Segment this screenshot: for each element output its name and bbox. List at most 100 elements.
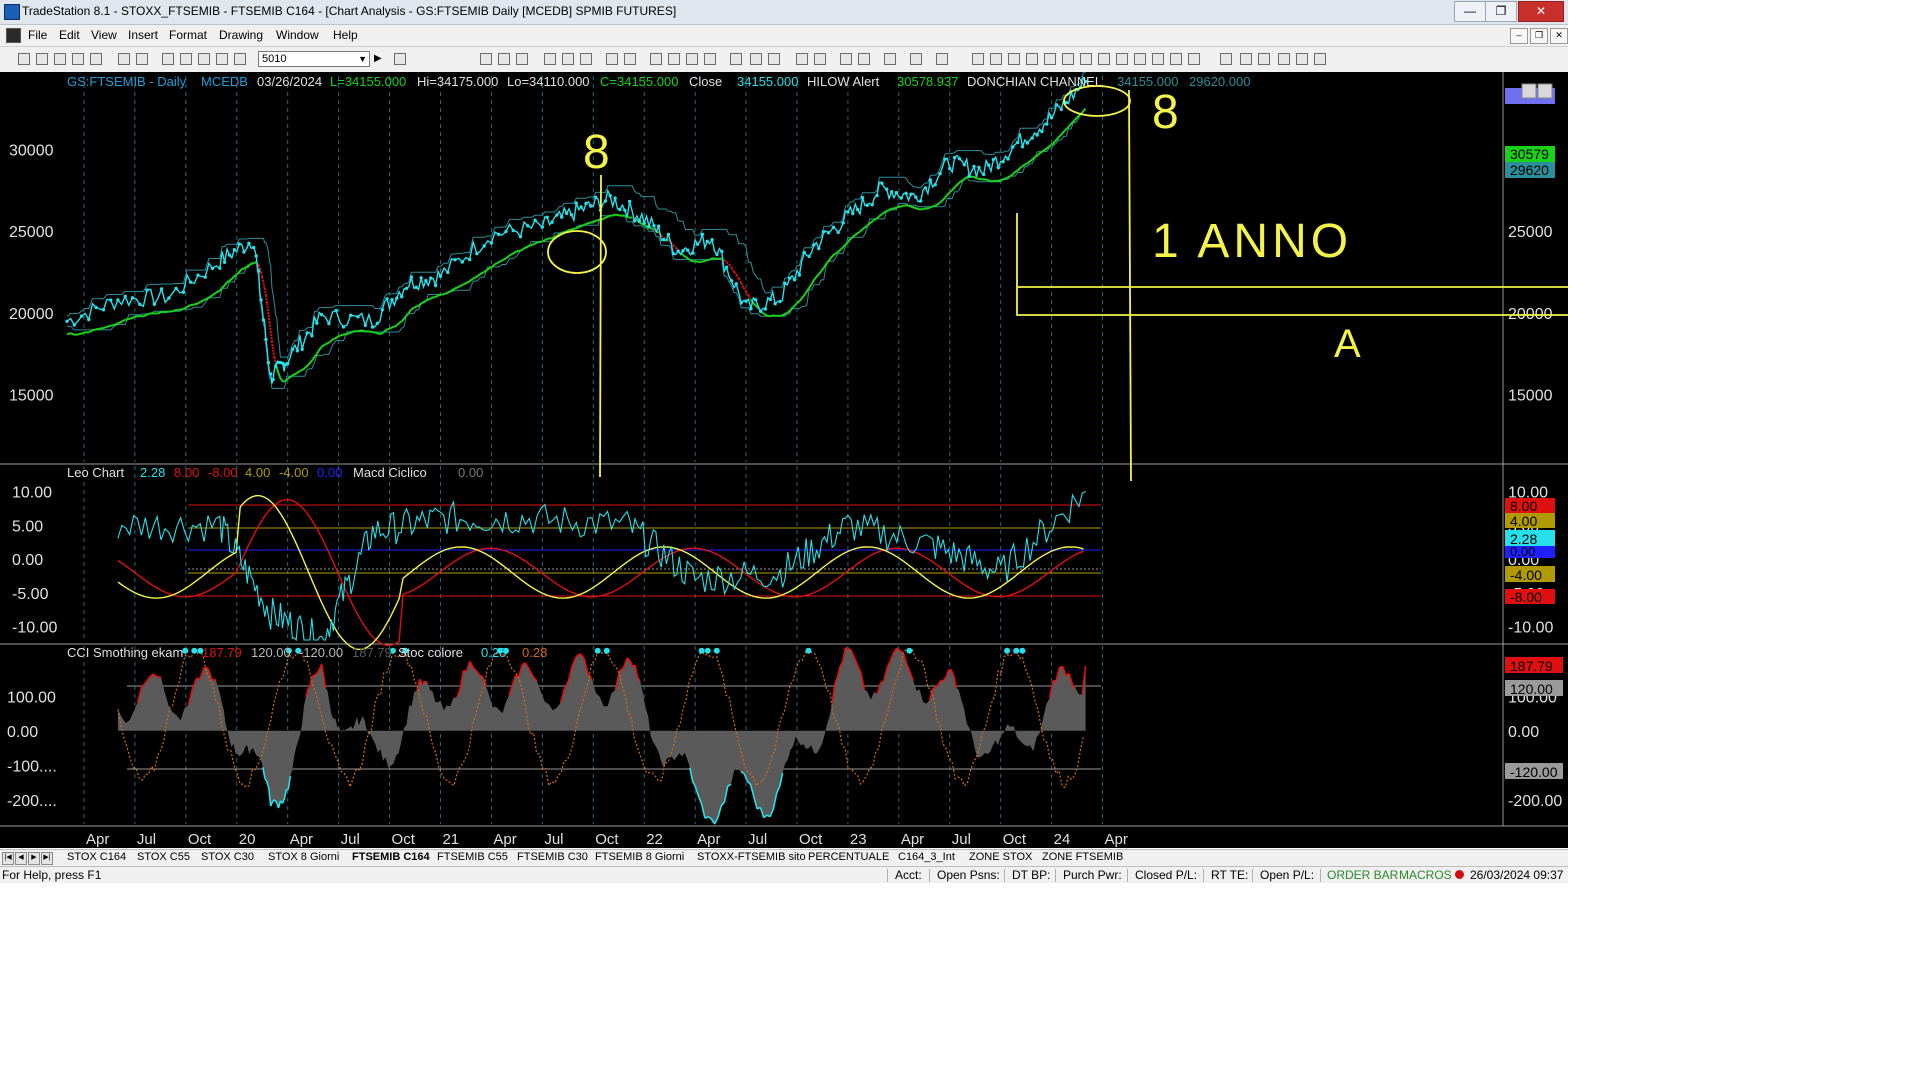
ellipse-icon[interactable] [1278, 53, 1290, 65]
print-icon[interactable] [118, 53, 130, 65]
text-icon[interactable] [1314, 53, 1326, 65]
tab-last-icon[interactable]: ▶| [41, 852, 53, 865]
arrow-up-icon[interactable] [1258, 53, 1270, 65]
cycle-icon[interactable] [1098, 53, 1110, 65]
arrow-down-icon[interactable] [1240, 53, 1252, 65]
zoom-in-icon[interactable] [796, 53, 808, 65]
symbol-input[interactable]: 5010 ▼ [258, 51, 370, 67]
tab-stox-c55[interactable]: STOX C55 [137, 851, 190, 863]
zoom-out-icon[interactable] [814, 53, 826, 65]
folder-icon[interactable] [90, 53, 102, 65]
arrow-icon[interactable] [1134, 53, 1146, 65]
tab-zone-stox[interactable]: ZONE STOX [969, 851, 1032, 863]
tools-icon[interactable] [884, 53, 896, 65]
maximize-button[interactable]: ❐ [1485, 1, 1517, 22]
sync-icon[interactable] [234, 53, 246, 65]
hline-icon[interactable] [990, 53, 1002, 65]
mdi-close-icon[interactable]: ✕ [1550, 28, 1568, 44]
menu-insert[interactable]: Insert [128, 28, 158, 42]
radar-icon[interactable] [562, 53, 574, 65]
print-preview-icon[interactable] [136, 53, 148, 65]
parallel-icon[interactable] [1152, 53, 1164, 65]
rectangle-icon[interactable] [1296, 53, 1308, 65]
window-icon[interactable] [162, 53, 174, 65]
open-icon[interactable] [36, 53, 48, 65]
fib-icon[interactable] [1008, 53, 1020, 65]
andrews-icon[interactable] [1080, 53, 1092, 65]
pane-restore-icon[interactable] [1537, 83, 1553, 99]
menu-window[interactable]: Window [276, 28, 319, 42]
properties-icon[interactable] [936, 53, 948, 65]
pane-minimize-icon[interactable] [1521, 83, 1537, 99]
close-button[interactable]: ✕ [1518, 1, 1564, 22]
tab-stox-c30[interactable]: STOX C30 [201, 851, 254, 863]
pointer-icon[interactable] [840, 53, 852, 65]
pencil-icon[interactable] [1188, 53, 1200, 65]
curve-icon[interactable] [1220, 53, 1232, 65]
tradestation-app-icon[interactable] [4, 4, 20, 20]
minimize-button[interactable]: — [1454, 1, 1486, 22]
price-point [414, 285, 418, 289]
gann-icon[interactable] [1062, 53, 1074, 65]
mdi-minimize-icon[interactable]: – [1510, 28, 1528, 44]
grid-2-icon[interactable] [498, 53, 510, 65]
doc-icon[interactable] [6, 28, 21, 43]
window-2-icon[interactable] [180, 53, 192, 65]
eraser-icon[interactable] [858, 53, 870, 65]
tab-first-icon[interactable]: |◀ [2, 852, 14, 865]
tab-stox-c164[interactable]: STOX C164 [67, 851, 126, 863]
crosshair-icon[interactable] [750, 53, 762, 65]
macros-button[interactable]: MACROS [1399, 868, 1452, 882]
time-axis-label: Jul [748, 831, 767, 848]
trendline-icon[interactable] [972, 53, 984, 65]
tab-ftsemib-8-giorni[interactable]: FTSEMIB 8 Giorni [595, 851, 684, 863]
easylanguage-icon[interactable] [686, 53, 698, 65]
candle-icon[interactable] [730, 53, 742, 65]
alert-icon[interactable] [910, 53, 922, 65]
speed-icon[interactable] [1044, 53, 1056, 65]
arc-icon[interactable] [1170, 53, 1182, 65]
scroll-icon[interactable] [768, 53, 780, 65]
zoom-icon[interactable] [394, 53, 406, 65]
tab-percentuale[interactable]: PERCENTUALE [808, 851, 889, 863]
channel-icon[interactable] [1026, 53, 1038, 65]
matrix-icon[interactable] [606, 53, 618, 65]
bar-chart-icon[interactable] [704, 53, 716, 65]
scanner-icon[interactable] [580, 53, 592, 65]
menu-format[interactable]: Format [169, 28, 207, 42]
chevron-right-icon[interactable]: ▶ [374, 53, 382, 64]
menu-file[interactable]: File [28, 28, 47, 42]
menu-edit[interactable]: Edit [59, 28, 80, 42]
tab-stox-8-giorni[interactable]: STOX 8 Giorni [268, 851, 339, 863]
tab-ftsemib-c55[interactable]: FTSEMIB C55 [437, 851, 508, 863]
price-point [768, 297, 772, 302]
chart-canvas[interactable]: 30000250002000015000 250002000015000 GS:… [0, 72, 1568, 848]
workspace-icon[interactable] [72, 53, 84, 65]
grid-icon[interactable] [480, 53, 492, 65]
link-icon[interactable] [216, 53, 228, 65]
chart-icon[interactable] [544, 53, 556, 65]
options-icon[interactable] [624, 53, 636, 65]
tab-ftsemib-c164[interactable]: FTSEMIB C164 [352, 851, 430, 863]
menu-view[interactable]: View [91, 28, 117, 42]
menu-help[interactable]: Help [333, 28, 358, 42]
regression-icon[interactable] [1116, 53, 1128, 65]
chevron-down-icon[interactable]: ▼ [358, 52, 367, 66]
tab-zone-ftsemib[interactable]: ZONE FTSEMIB [1042, 851, 1123, 863]
price-point [518, 235, 523, 239]
new-icon[interactable] [18, 53, 30, 65]
save-icon[interactable] [54, 53, 66, 65]
table-icon[interactable] [516, 53, 528, 65]
tab-prev-icon[interactable]: ◀ [15, 852, 27, 865]
tab-ftsemib-c30[interactable]: FTSEMIB C30 [517, 851, 588, 863]
strategy-icon[interactable] [650, 53, 662, 65]
indicator-icon[interactable] [668, 53, 680, 65]
tab-stoxx-ftsemib-sito[interactable]: STOXX-FTSEMIB sito [697, 851, 806, 863]
tab-next-icon[interactable]: ▶ [28, 852, 40, 865]
tab-c164-3-int[interactable]: C164_3_Int [898, 851, 955, 863]
order-bar-button[interactable]: ORDER BAR [1327, 868, 1398, 882]
mdi-restore-icon[interactable]: ❐ [1530, 28, 1548, 44]
menu-drawing[interactable]: Drawing [219, 28, 263, 42]
chart-analysis-window[interactable]: 30000 25000 20000 15000 25000 20000 15000 GS:… [0, 72, 1568, 848]
lock-icon[interactable] [198, 53, 210, 65]
